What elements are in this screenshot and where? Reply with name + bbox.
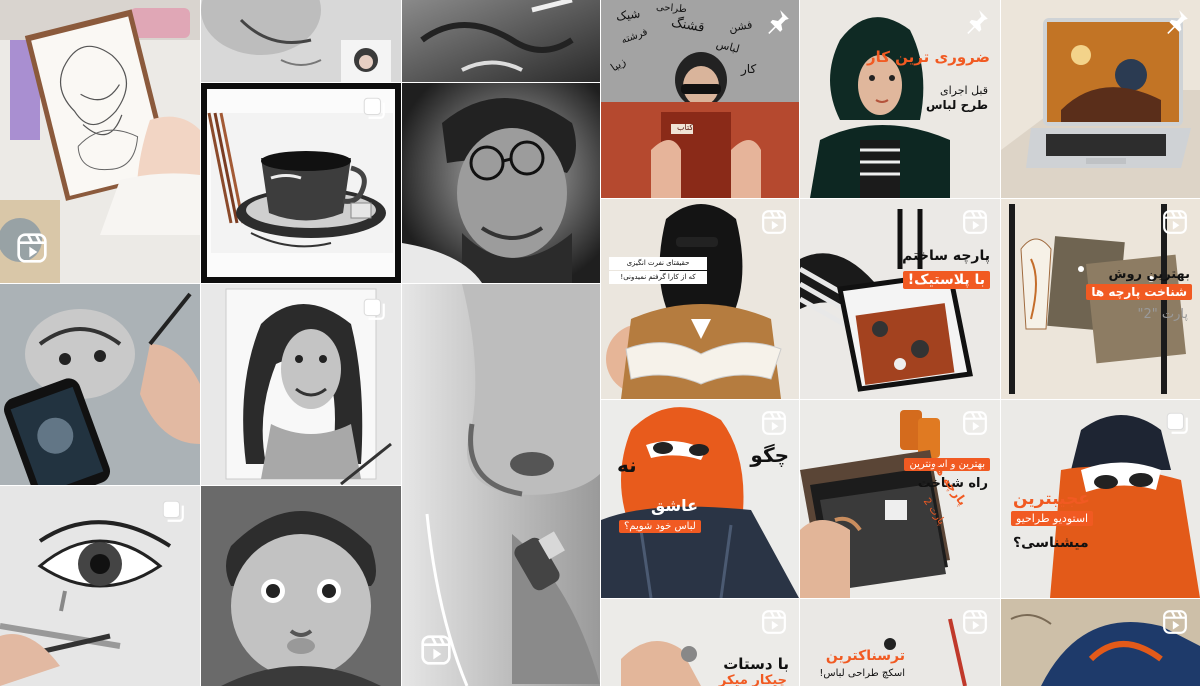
fabric-caption-line1: بهترین روش <box>1108 267 1190 282</box>
post-smiling-woman-drawing[interactable] <box>201 284 401 485</box>
reel-icon <box>963 411 987 435</box>
post-eye-drawing[interactable] <box>0 486 200 686</box>
reel-icon <box>963 610 987 634</box>
calligraphy-word-5: کار <box>741 62 757 76</box>
pin-icon <box>1167 10 1188 34</box>
post-nose-closeup-drawing[interactable] <box>402 284 600 686</box>
post-studio[interactable]: عجیبترین استودیو طراحیو میشناسی؟ <box>1001 400 1200 598</box>
pin-icon <box>967 10 988 34</box>
baby-drawing-image <box>201 486 401 686</box>
reel-icon <box>762 411 786 435</box>
post-hijab-woman[interactable]: ضروری ترین کار قبل اجرای طرح لباس <box>800 0 1000 198</box>
hands-caption-line2: چیکار میکر <box>718 673 787 686</box>
hijab-caption-line2: قبل اجرای <box>940 84 988 97</box>
reel-icon <box>762 610 786 634</box>
studio-caption-line2: استودیو طراحیو <box>1011 511 1094 526</box>
reel-icon <box>762 210 786 234</box>
fabric-caption-line3: پارت "2" <box>1137 307 1188 322</box>
post-hand-drawing-phone[interactable] <box>0 284 200 485</box>
post-hands[interactable]: با دستات چیکار میکر <box>601 599 799 686</box>
post-baby-drawing[interactable] <box>201 486 401 686</box>
post-plastic-fabric[interactable]: پارچه ساختم با پلاستیک! <box>800 199 1000 399</box>
scarf-caption-highlight: لباس خود شویم؟ <box>619 520 701 533</box>
scarf-caption-line3: عاشق <box>651 496 699 515</box>
nose-closeup-image <box>402 284 600 686</box>
carousel-icon <box>363 97 385 119</box>
carousel-icon <box>162 500 184 522</box>
man-glasses-image <box>402 83 600 283</box>
post-coffee-cup-drawing[interactable] <box>201 83 401 283</box>
post-blue-hat[interactable] <box>1001 599 1200 686</box>
post-niqab-book[interactable]: حقیقتای نفرت انگیزی که از کارا گرفتم نمی… <box>601 199 799 399</box>
carousel-icon <box>1166 412 1188 434</box>
fabric-caption-highlight: شناخت پارچه ها <box>1086 284 1192 300</box>
hijab-caption-line3: طرح لباس <box>925 98 988 112</box>
old-man-image <box>402 0 600 82</box>
reel-icon <box>17 233 47 263</box>
studio-caption-line3: میشناسی؟ <box>1013 535 1089 551</box>
scarf-caption-line4: لباس خود شویم؟ <box>619 520 701 533</box>
fabric-caption-line2: شناخت پارچه ها <box>1086 284 1192 301</box>
reel-icon <box>963 210 987 234</box>
post-laptop[interactable] <box>1001 0 1200 198</box>
pin-icon <box>768 10 789 34</box>
scariest-caption-line1: ترسناکترین <box>825 648 905 664</box>
niqab-caption-line2: که از کارا گرفتم نمیدونی! <box>609 271 707 285</box>
hand-drawing-image <box>0 284 200 485</box>
post-scariest[interactable]: ترسناکترین اسکچ طراحی لباس! <box>800 599 1000 686</box>
post-old-man-pencil[interactable] <box>402 0 600 82</box>
scarf-caption-line1: چگو <box>750 443 789 467</box>
post-orange-scarf[interactable]: چگو نه عاشق لباس خود شویم؟ <box>601 400 799 598</box>
woman-portrait-image <box>201 0 401 82</box>
post-sketching-desk[interactable] <box>0 0 200 283</box>
hijab-caption-line1: ضروری ترین کار <box>866 48 990 66</box>
niqab-caption-line1: حقیقتای نفرت انگیزی <box>609 257 707 271</box>
studio-caption-highlight: استودیو طراحیو <box>1011 511 1094 526</box>
hands-caption-line1: با دستات <box>723 655 789 673</box>
scariest-caption-line2: اسکچ طراحی لباس! <box>819 668 905 679</box>
profile-post-grid: شیک قشنگ فرشته لباس زیبا کار طراحی فشن ک… <box>0 0 1200 686</box>
book-title: کتاب <box>677 123 694 132</box>
post-woman-portrait-pencil[interactable] <box>201 0 401 82</box>
post-calligraphy-girl[interactable]: شیک قشنگ فرشته لباس زیبا کار طراحی فشن ک… <box>601 0 799 198</box>
studio-caption-line1: عجیبترین <box>1013 489 1090 509</box>
calligraphy-word-6: طراحی <box>655 1 688 16</box>
reel-icon <box>1163 610 1187 634</box>
scarf-caption-line2: نه <box>617 453 637 477</box>
post-man-glasses-drawing[interactable] <box>402 83 600 283</box>
plastic-caption-line1: پارچه ساختم <box>902 248 990 264</box>
reel-icon <box>1163 210 1187 234</box>
plastic-caption-line2: با پلاستیک! <box>902 271 990 289</box>
carousel-icon <box>363 298 385 320</box>
post-fabric-samples[interactable]: بهترین و اسونترین راه شناخت پارچه ها پار… <box>800 400 1000 598</box>
reel-icon <box>421 635 451 665</box>
plastic-caption-highlight: با پلاستیک! <box>902 271 990 289</box>
post-fabric-recognition[interactable]: بهترین روش شناخت پارچه ها پارت "2" <box>1001 199 1200 399</box>
